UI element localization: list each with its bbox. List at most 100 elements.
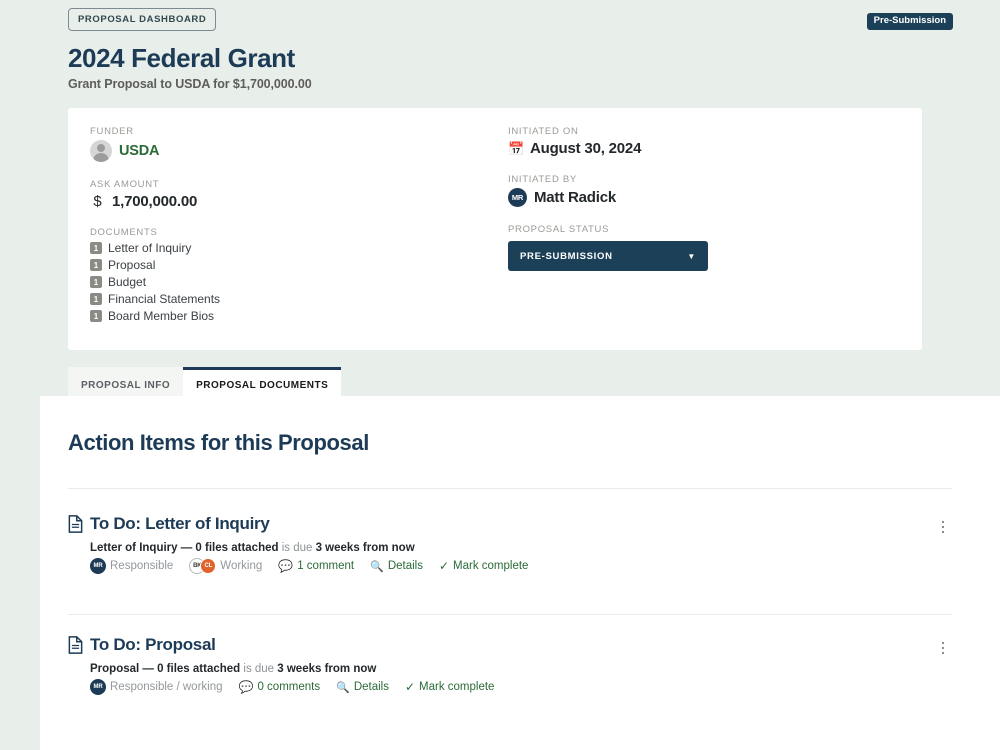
document-count-badge: 1 [90, 259, 102, 271]
action-item-meta: Proposal — 0 files attached is due 3 wee… [90, 663, 952, 675]
check-icon: ✓ [438, 559, 450, 573]
action-items-panel: Action Items for this Proposal To Do: Le… [40, 396, 1000, 750]
status-badge: Pre-Submission [866, 13, 953, 30]
document-name: Proposal [108, 258, 156, 272]
document-name: Financial Statements [108, 292, 221, 306]
action-item-due-value: 3 weeks from now [277, 663, 377, 675]
panel-title: Action Items for this Proposal [68, 430, 369, 455]
comments-label: 1 comment [297, 560, 355, 572]
avatar: MR [90, 679, 106, 695]
list-item[interactable]: 1 Budget [90, 275, 450, 289]
dollar-sign-icon: $ [93, 193, 102, 210]
document-count-badge: 1 [90, 310, 102, 322]
action-item-due-prefix: is due [278, 542, 316, 554]
mark-complete-link[interactable]: ✓ Mark complete [439, 559, 528, 573]
details-link[interactable]: 🔍 Details [336, 681, 389, 694]
document-count-badge: 1 [90, 276, 102, 288]
documents-label: DOCUMENTS [90, 227, 158, 238]
comments-link[interactable]: 💬 0 comments [239, 680, 321, 694]
action-item-due-prefix: is due [240, 663, 278, 675]
initiated-on-field: INITIATED ON 📅 August 30, 2024 [508, 126, 888, 157]
avatar: MR [90, 558, 106, 574]
comment-bubble-icon: 💬 [278, 559, 294, 573]
details-label: Details [387, 560, 423, 572]
initiated-by-label: INITIATED BY [508, 174, 577, 185]
overflow-menu-icon[interactable] [934, 517, 952, 537]
initiated-on-value: August 30, 2024 [530, 140, 642, 157]
document-count-badge: 1 [90, 293, 102, 305]
initiated-by-value: Matt Radick [534, 189, 616, 206]
summary-right-column: INITIATED ON 📅 August 30, 2024 INITIATED… [508, 126, 888, 271]
search-icon: 🔍 [336, 681, 350, 694]
action-item-actions: MR Responsible BK CL Working 💬 1 comment… [90, 558, 952, 574]
list-item[interactable]: 1 Letter of Inquiry [90, 241, 450, 255]
ask-amount-label: ASK AMOUNT [90, 179, 160, 190]
responsible-label: Responsible [110, 560, 174, 572]
divider [68, 614, 952, 615]
responsible-label: Responsible / working [110, 681, 223, 693]
action-item-body: Proposal — 0 files attached is due 3 wee… [90, 663, 952, 695]
avatar: CL [200, 558, 217, 574]
check-icon: ✓ [404, 680, 416, 694]
proposal-status-selected-value: PRE-SUBMISSION [520, 250, 613, 262]
search-icon: 🔍 [370, 560, 384, 573]
initiated-by-field: INITIATED BY MR Matt Radick [508, 174, 888, 207]
ask-amount-value: 1,700,000.00 [112, 193, 198, 210]
summary-left-column: FUNDER USDA ASK AMOUNT $ 1,700,000.00 DO… [90, 126, 450, 323]
ask-amount-field: ASK AMOUNT $ 1,700,000.00 [90, 179, 450, 210]
chevron-down-icon: ▼ [687, 251, 696, 261]
action-item-header: To Do: Letter of Inquiry [68, 514, 952, 534]
overflow-menu-icon[interactable] [934, 638, 952, 658]
page-title: 2024 Federal Grant [68, 43, 295, 73]
action-item-title: To Do: Proposal [90, 635, 216, 654]
action-item-actions: MR Responsible / working 💬 0 comments 🔍 … [90, 679, 952, 695]
details-label: Details [353, 681, 389, 693]
action-item-file-summary: Proposal — 0 files attached [90, 663, 241, 675]
proposal-status-field: PROPOSAL STATUS PRE-SUBMISSION ▼ [508, 224, 888, 271]
avatar: MR [508, 188, 527, 207]
document-name: Board Member Bios [108, 309, 215, 323]
document-count-badge: 1 [90, 242, 102, 254]
responsible-assignee[interactable]: MR Responsible [90, 558, 173, 574]
top-bar: PROPOSAL DASHBOARD Pre-Submission [0, 8, 1000, 36]
mark-complete-link[interactable]: ✓ Mark complete [405, 680, 494, 694]
details-link[interactable]: 🔍 Details [370, 560, 423, 573]
list-item[interactable]: 1 Board Member Bios [90, 309, 450, 323]
initiated-on-label: INITIATED ON [508, 126, 579, 137]
action-item-file-summary: Letter of Inquiry — 0 files attached [90, 542, 279, 554]
action-item-header: To Do: Proposal [68, 635, 952, 655]
calendar-icon: 📅 [508, 140, 525, 156]
responsible-assignee[interactable]: MR Responsible / working [90, 679, 223, 695]
generic-user-avatar-icon [90, 140, 112, 162]
proposal-dashboard-breadcrumb-button[interactable]: PROPOSAL DASHBOARD [68, 8, 217, 31]
list-item[interactable]: 1 Proposal [90, 258, 450, 272]
working-assignees[interactable]: BK CL Working [189, 558, 262, 574]
page-subtitle: Grant Proposal to USDA for $1,700,000.00 [68, 77, 312, 92]
comments-label: 0 comments [257, 681, 321, 693]
action-item-proposal: To Do: Proposal Proposal — 0 files attac… [68, 635, 952, 695]
document-name: Budget [108, 275, 147, 289]
mark-complete-label: Mark complete [453, 560, 529, 572]
avatar-group: BK CL [189, 558, 217, 574]
divider [68, 488, 952, 489]
proposal-status-label: PROPOSAL STATUS [508, 224, 610, 235]
funder-label: FUNDER [90, 126, 134, 137]
proposal-summary-card: FUNDER USDA ASK AMOUNT $ 1,700,000.00 DO… [68, 108, 922, 350]
working-label: Working [220, 560, 263, 572]
funder-field: FUNDER USDA [90, 126, 450, 162]
documents-list: 1 Letter of Inquiry 1 Proposal 1 Budget … [90, 241, 450, 323]
funder-value: USDA [119, 143, 160, 159]
document-icon [68, 636, 83, 654]
mark-complete-label: Mark complete [419, 681, 495, 693]
list-item[interactable]: 1 Financial Statements [90, 292, 450, 306]
page-heading-group: 2024 Federal Grant Grant Proposal to USD… [68, 43, 312, 92]
documents-field: DOCUMENTS 1 Letter of Inquiry 1 Proposal… [90, 227, 450, 323]
comment-bubble-icon: 💬 [238, 680, 254, 694]
comments-link[interactable]: 💬 1 comment [278, 559, 354, 573]
action-item-letter-of-inquiry: To Do: Letter of Inquiry Letter of Inqui… [68, 514, 952, 574]
proposal-status-dropdown[interactable]: PRE-SUBMISSION ▼ [508, 241, 708, 271]
action-item-meta: Letter of Inquiry — 0 files attached is … [90, 542, 952, 554]
action-item-due-value: 3 weeks from now [315, 542, 415, 554]
action-item-title: To Do: Letter of Inquiry [90, 514, 270, 533]
document-icon [68, 515, 83, 533]
